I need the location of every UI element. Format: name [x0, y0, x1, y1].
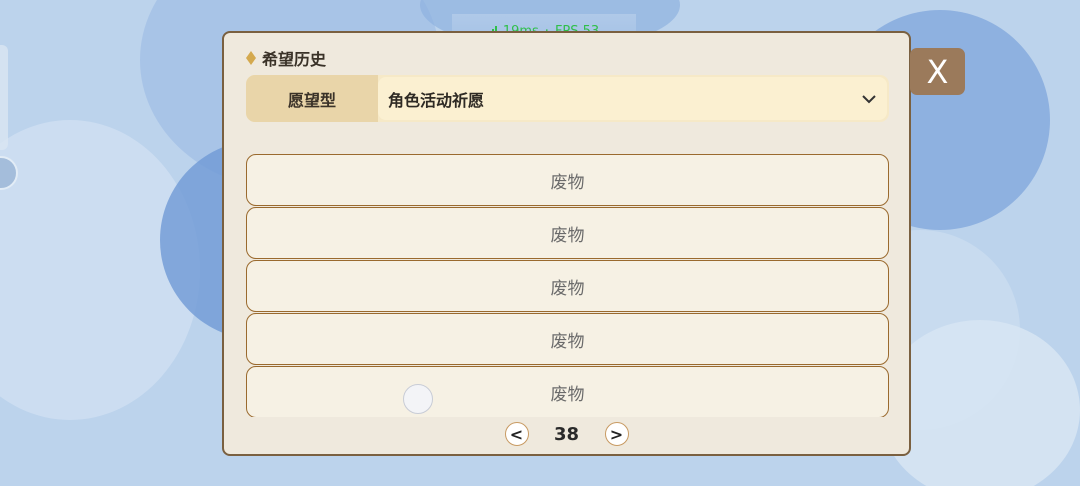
wish-type-value: 角色活动祈愿 — [388, 90, 485, 110]
dialog-title-text: 希望历史 — [262, 50, 327, 69]
pagination: < 38 > — [224, 419, 909, 449]
list-item[interactable]: 废物 — [246, 313, 889, 365]
next-page-button[interactable]: > — [604, 422, 629, 446]
wish-type-dropdown[interactable]: 角色活动祈愿 — [378, 77, 887, 120]
touch-indicator — [403, 384, 433, 414]
wish-history-dialog: 希望历史 愿望型 角色活动祈愿 废物 废物 废物 废物 废物 < 38 > — [222, 31, 911, 456]
list-item[interactable]: 废物 — [246, 260, 889, 312]
wish-history-list[interactable]: 废物 废物 废物 废物 废物 — [246, 154, 889, 417]
list-item[interactable]: 废物 — [246, 154, 889, 206]
diamond-icon — [246, 51, 256, 65]
close-icon: X — [926, 52, 949, 91]
list-item[interactable]: 废物 — [246, 366, 889, 417]
chevron-down-icon — [862, 95, 876, 104]
list-item[interactable]: 废物 — [246, 207, 889, 259]
wish-type-label: 愿望型 — [246, 75, 378, 122]
close-button[interactable]: X — [910, 48, 965, 95]
side-handle[interactable] — [0, 45, 8, 150]
prev-page-button[interactable]: < — [504, 422, 529, 446]
dialog-title: 希望历史 — [246, 46, 326, 70]
wish-type-row: 愿望型 角色活动祈愿 — [246, 75, 889, 122]
page-number: 38 — [553, 423, 580, 445]
